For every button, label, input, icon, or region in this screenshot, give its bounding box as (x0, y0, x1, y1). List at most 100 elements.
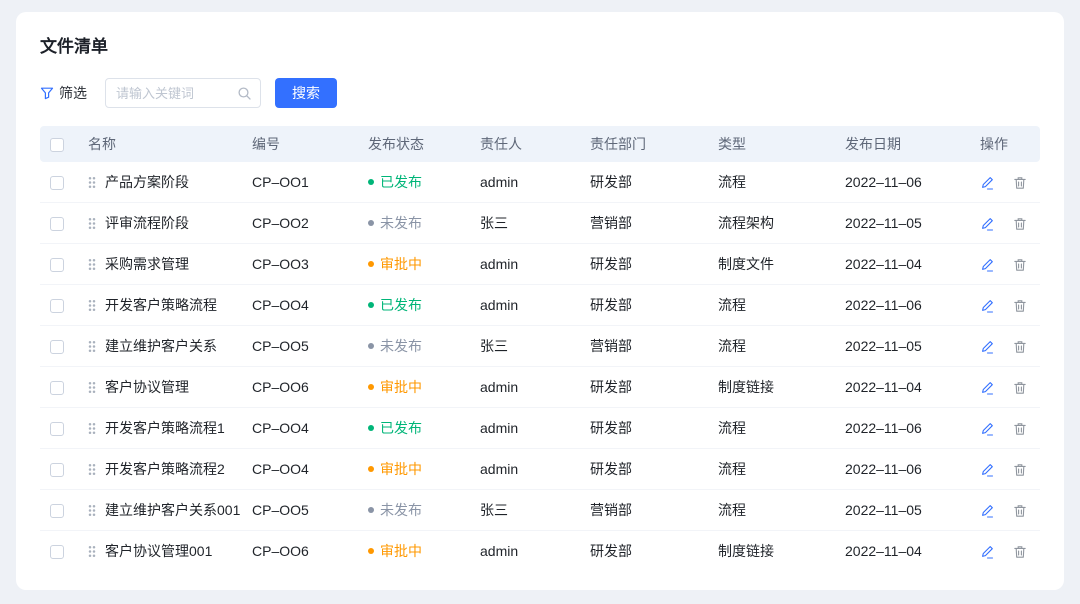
drag-handle-icon[interactable] (88, 545, 96, 558)
status-dot (368, 343, 374, 349)
drag-handle-icon[interactable] (88, 340, 96, 353)
table-row: 开发客户策略流程1 CP–OO4 已发布 admin 研发部 流程 2022–1… (40, 408, 1040, 449)
edit-icon[interactable] (980, 545, 994, 559)
row-name: 建立维护客户关系001 (105, 500, 240, 520)
table-row: 建立维护客户关系001 CP–OO5 未发布 张三 营销部 流程 2022–11… (40, 490, 1040, 531)
edit-icon[interactable] (980, 258, 994, 272)
drag-handle-icon[interactable] (88, 217, 96, 230)
search-button[interactable]: 搜索 (275, 78, 337, 108)
row-code: CP–OO4 (244, 408, 360, 449)
row-checkbox[interactable] (50, 258, 64, 272)
status-cell: 已发布 (360, 408, 472, 449)
drag-handle-icon[interactable] (88, 381, 96, 394)
row-checkbox[interactable] (50, 545, 64, 559)
row-checkbox[interactable] (50, 299, 64, 313)
status-dot (368, 507, 374, 513)
row-department: 研发部 (582, 162, 710, 203)
row-code: CP–OO2 (244, 203, 360, 244)
edit-icon[interactable] (980, 463, 994, 477)
table-row: 开发客户策略流程 CP–OO4 已发布 admin 研发部 流程 2022–11… (40, 285, 1040, 326)
delete-icon[interactable] (1013, 545, 1027, 559)
file-table: 名称 编号 发布状态 责任人 责任部门 类型 发布日期 操作 (40, 126, 1040, 571)
row-publish-date: 2022–11–04 (837, 531, 972, 572)
delete-icon[interactable] (1013, 258, 1027, 272)
drag-handle-icon[interactable] (88, 299, 96, 312)
row-owner: admin (472, 162, 582, 203)
row-checkbox[interactable] (50, 504, 64, 518)
column-header-actions: 操作 (972, 126, 1040, 162)
drag-handle-icon[interactable] (88, 504, 96, 517)
edit-icon[interactable] (980, 422, 994, 436)
select-all-checkbox[interactable] (50, 138, 64, 152)
row-owner: admin (472, 449, 582, 490)
row-department: 研发部 (582, 244, 710, 285)
status-dot (368, 466, 374, 472)
status-cell: 审批中 (360, 531, 472, 572)
table-row: 采购需求管理 CP–OO3 审批中 admin 研发部 制度文件 2022–11… (40, 244, 1040, 285)
row-publish-date: 2022–11–06 (837, 449, 972, 490)
row-type: 制度链接 (710, 531, 837, 572)
row-department: 研发部 (582, 531, 710, 572)
drag-handle-icon[interactable] (88, 463, 96, 476)
row-checkbox[interactable] (50, 217, 64, 231)
status-label: 已发布 (380, 172, 422, 192)
delete-icon[interactable] (1013, 463, 1027, 477)
row-checkbox[interactable] (50, 176, 64, 190)
page-title: 文件清单 (40, 36, 1040, 58)
search-icon (237, 86, 252, 101)
status-label: 已发布 (380, 418, 422, 438)
row-name: 开发客户策略流程2 (105, 459, 225, 479)
drag-handle-icon[interactable] (88, 176, 96, 189)
delete-icon[interactable] (1013, 381, 1027, 395)
edit-icon[interactable] (980, 299, 994, 313)
edit-icon[interactable] (980, 176, 994, 190)
table-body: 产品方案阶段 CP–OO1 已发布 admin 研发部 流程 2022–11–0… (40, 162, 1040, 571)
delete-icon[interactable] (1013, 422, 1027, 436)
delete-icon[interactable] (1013, 340, 1027, 354)
row-name: 客户协议管理001 (105, 541, 212, 561)
status-cell: 审批中 (360, 367, 472, 408)
row-name: 开发客户策略流程1 (105, 418, 225, 438)
row-department: 研发部 (582, 408, 710, 449)
delete-icon[interactable] (1013, 504, 1027, 518)
column-header-type: 类型 (710, 126, 837, 162)
drag-handle-icon[interactable] (88, 422, 96, 435)
row-owner: admin (472, 285, 582, 326)
toolbar: 筛选 搜索 (40, 78, 1040, 108)
row-department: 营销部 (582, 326, 710, 367)
row-department: 研发部 (582, 367, 710, 408)
filter-toggle[interactable]: 筛选 (40, 83, 87, 103)
row-checkbox[interactable] (50, 381, 64, 395)
row-checkbox[interactable] (50, 340, 64, 354)
edit-icon[interactable] (980, 340, 994, 354)
row-checkbox[interactable] (50, 422, 64, 436)
edit-icon[interactable] (980, 381, 994, 395)
row-name: 产品方案阶段 (105, 172, 189, 192)
column-header-name: 名称 (80, 126, 244, 162)
column-header-owner: 责任人 (472, 126, 582, 162)
status-cell: 未发布 (360, 490, 472, 531)
status-cell: 未发布 (360, 326, 472, 367)
row-checkbox[interactable] (50, 463, 64, 477)
row-code: CP–OO3 (244, 244, 360, 285)
delete-icon[interactable] (1013, 176, 1027, 190)
filter-label: 筛选 (59, 83, 87, 103)
column-header-status: 发布状态 (360, 126, 472, 162)
table-row: 开发客户策略流程2 CP–OO4 审批中 admin 研发部 流程 2022–1… (40, 449, 1040, 490)
status-dot (368, 425, 374, 431)
drag-handle-icon[interactable] (88, 258, 96, 271)
edit-icon[interactable] (980, 217, 994, 231)
row-type: 流程 (710, 449, 837, 490)
search-input-wrapper (105, 78, 261, 108)
row-publish-date: 2022–11–06 (837, 408, 972, 449)
row-name: 评审流程阶段 (105, 213, 189, 233)
status-label: 审批中 (380, 377, 422, 397)
row-publish-date: 2022–11–05 (837, 326, 972, 367)
status-dot (368, 548, 374, 554)
delete-icon[interactable] (1013, 299, 1027, 313)
edit-icon[interactable] (980, 504, 994, 518)
status-label: 审批中 (380, 459, 422, 479)
delete-icon[interactable] (1013, 217, 1027, 231)
status-dot (368, 220, 374, 226)
search-input[interactable] (114, 85, 237, 102)
